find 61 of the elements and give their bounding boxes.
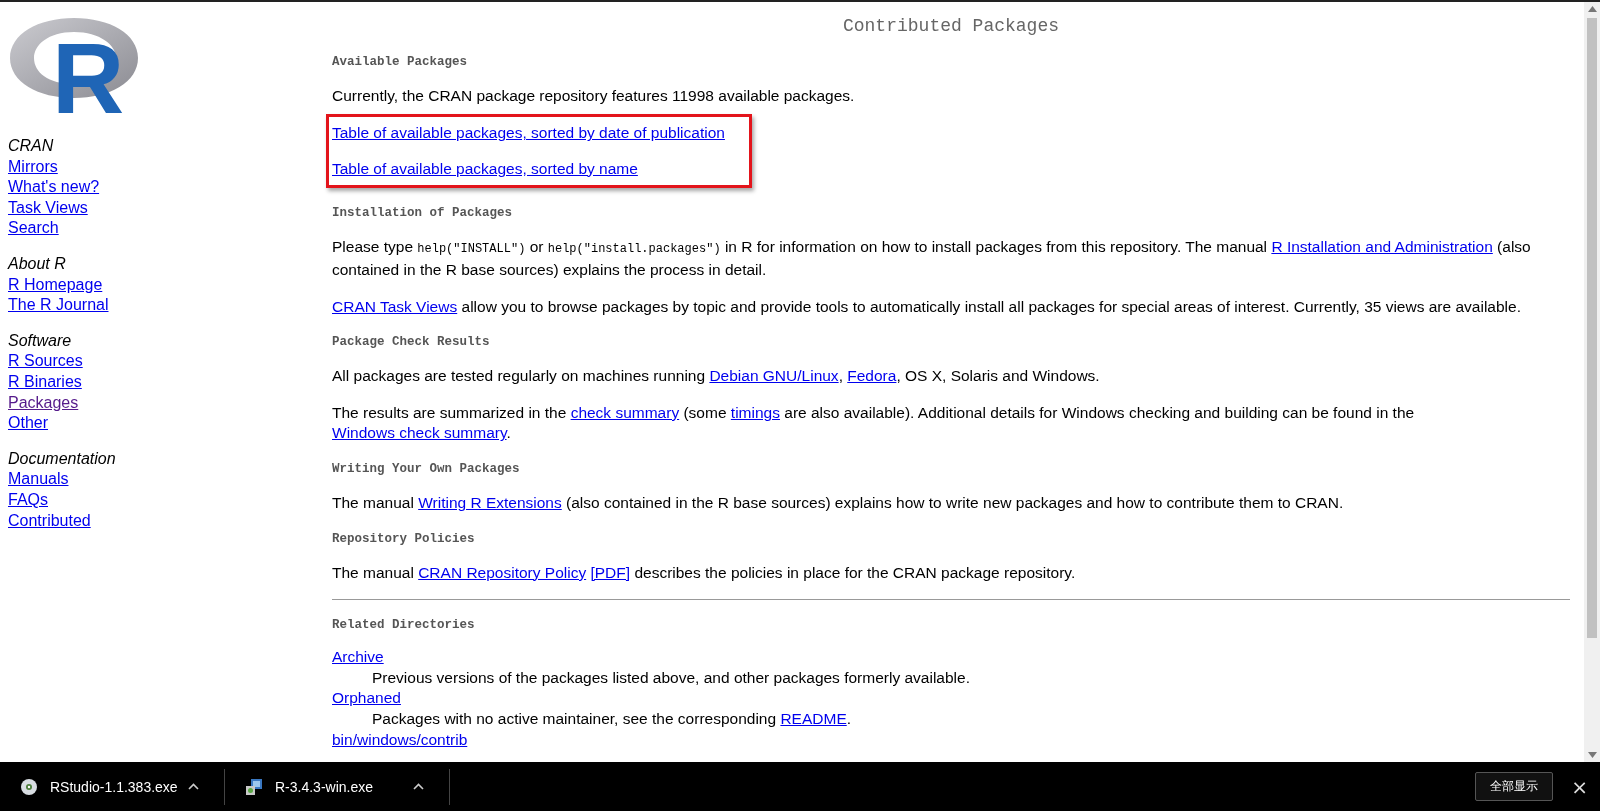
- paragraph: Please type help("INSTALL") or help("install.packages") in R for information on how to install packages from this repository. The manual R Installation and Administration (also contained in the R base sources) explains the process in detail.: [332, 237, 1532, 280]
- inline-link[interactable]: Debian GNU/Linux: [709, 367, 839, 385]
- inline-link[interactable]: CRAN Task Views: [332, 297, 458, 315]
- sidebar-heading: Documentation: [8, 448, 116, 469]
- directory-link[interactable]: bin/windows/contrib: [332, 730, 468, 748]
- inline-link[interactable]: Writing R Extensions: [418, 493, 562, 511]
- download-filename[interactable]: R-3.4.3-win.exe: [275, 778, 374, 795]
- paragraph: The manual Writing R Extensions (also contained in the R base sources) explains how to write new packages and how to contribute them to CRAN.: [332, 492, 1345, 513]
- caret-icon[interactable]: [188, 783, 199, 790]
- scroll-down-icon[interactable]: [1587, 752, 1597, 758]
- inline-link[interactable]: [PDF]: [590, 563, 631, 581]
- paragraph: Currently, the CRAN package repository features 11998 available packages.: [332, 85, 856, 106]
- disc-icon[interactable]: [20, 777, 38, 796]
- sidebar-link[interactable]: R Binaries: [8, 371, 82, 393]
- directory-description: Previous versions of the packages listed above, and other packages formerly available.: [372, 667, 971, 688]
- package-table-link[interactable]: Table of available packages, sorted by date of publication: [332, 123, 725, 144]
- sidebar-link[interactable]: The R Journal: [8, 295, 109, 316]
- package-table-link[interactable]: Table of available packages, sorted by name: [332, 158, 725, 180]
- sidebar-link[interactable]: R Homepage: [8, 274, 103, 296]
- show-all-button[interactable]: 全部显示: [1475, 772, 1554, 801]
- inline-link[interactable]: README: [780, 709, 847, 727]
- paragraph: CRAN Task Views allow you to browse packages by topic and provide tools to automatically install all packages for special areas of interest. Currently, 35 views are available.: [332, 296, 1522, 317]
- directory-link[interactable]: Orphaned: [332, 689, 401, 707]
- scrollbar-thumb[interactable]: [1587, 18, 1597, 638]
- paragraph: All packages are tested regularly on machines running Debian GNU/Linux, Fedora, OS X, Solaris and Windows.: [332, 366, 1101, 387]
- section-heading: Available Packages: [332, 53, 469, 70]
- installer-icon[interactable]: [245, 777, 263, 796]
- paragraph: The results are summarized in the check summary (some timings are also available). Additional details for Windows checking and building can be found in the Windows check summary.: [332, 402, 1416, 444]
- section-heading: Package Check Results: [332, 334, 491, 351]
- sidebar-link[interactable]: Other: [8, 413, 48, 434]
- section-heading: Related Directories: [332, 617, 476, 634]
- close-button[interactable]: ×: [1567, 774, 1592, 799]
- sidebar-heading: CRAN: [8, 136, 54, 156]
- sidebar-link[interactable]: Task Views: [8, 197, 88, 219]
- page-title: Contributed Packages: [841, 16, 1060, 37]
- directory-link[interactable]: Archive: [332, 648, 384, 666]
- directory-description: Packages with no active maintainer, see the corresponding README.: [372, 708, 853, 729]
- sidebar-link[interactable]: Manuals: [8, 469, 69, 490]
- inline-link[interactable]: Windows check summary: [332, 424, 507, 442]
- sidebar-link[interactable]: Mirrors: [8, 156, 58, 178]
- sidebar-link[interactable]: Packages: [8, 392, 79, 414]
- inline-link[interactable]: timings: [730, 403, 780, 421]
- sidebar-heading: Software: [8, 330, 72, 351]
- inline-link[interactable]: R Installation and Administration: [1271, 238, 1493, 256]
- sidebar-link[interactable]: Search: [8, 218, 59, 239]
- scroll-up-icon[interactable]: [1587, 6, 1597, 12]
- section-heading: Installation of Packages: [332, 205, 514, 222]
- sidebar-link[interactable]: Contributed: [8, 510, 91, 532]
- sidebar-heading: About R: [8, 253, 66, 274]
- sidebar-link[interactable]: R Sources: [8, 351, 83, 372]
- scrollbar[interactable]: [1584, 2, 1600, 762]
- paragraph: The manual CRAN Repository Policy [PDF] describes the policies in place for the CRAN package repository.: [332, 562, 1077, 583]
- sidebar-link[interactable]: FAQs: [8, 489, 48, 511]
- section-heading: Writing Your Own Packages: [332, 460, 521, 477]
- inline-link[interactable]: check summary: [570, 403, 680, 421]
- inline-link[interactable]: CRAN Repository Policy: [418, 563, 587, 581]
- section-heading: Repository Policies: [332, 530, 476, 547]
- sidebar-link[interactable]: What's new?: [8, 177, 100, 198]
- caret-icon[interactable]: [413, 783, 424, 790]
- download-filename[interactable]: RStudio-1.1.383.exe: [50, 778, 178, 795]
- inline-link[interactable]: Fedora: [847, 367, 897, 385]
